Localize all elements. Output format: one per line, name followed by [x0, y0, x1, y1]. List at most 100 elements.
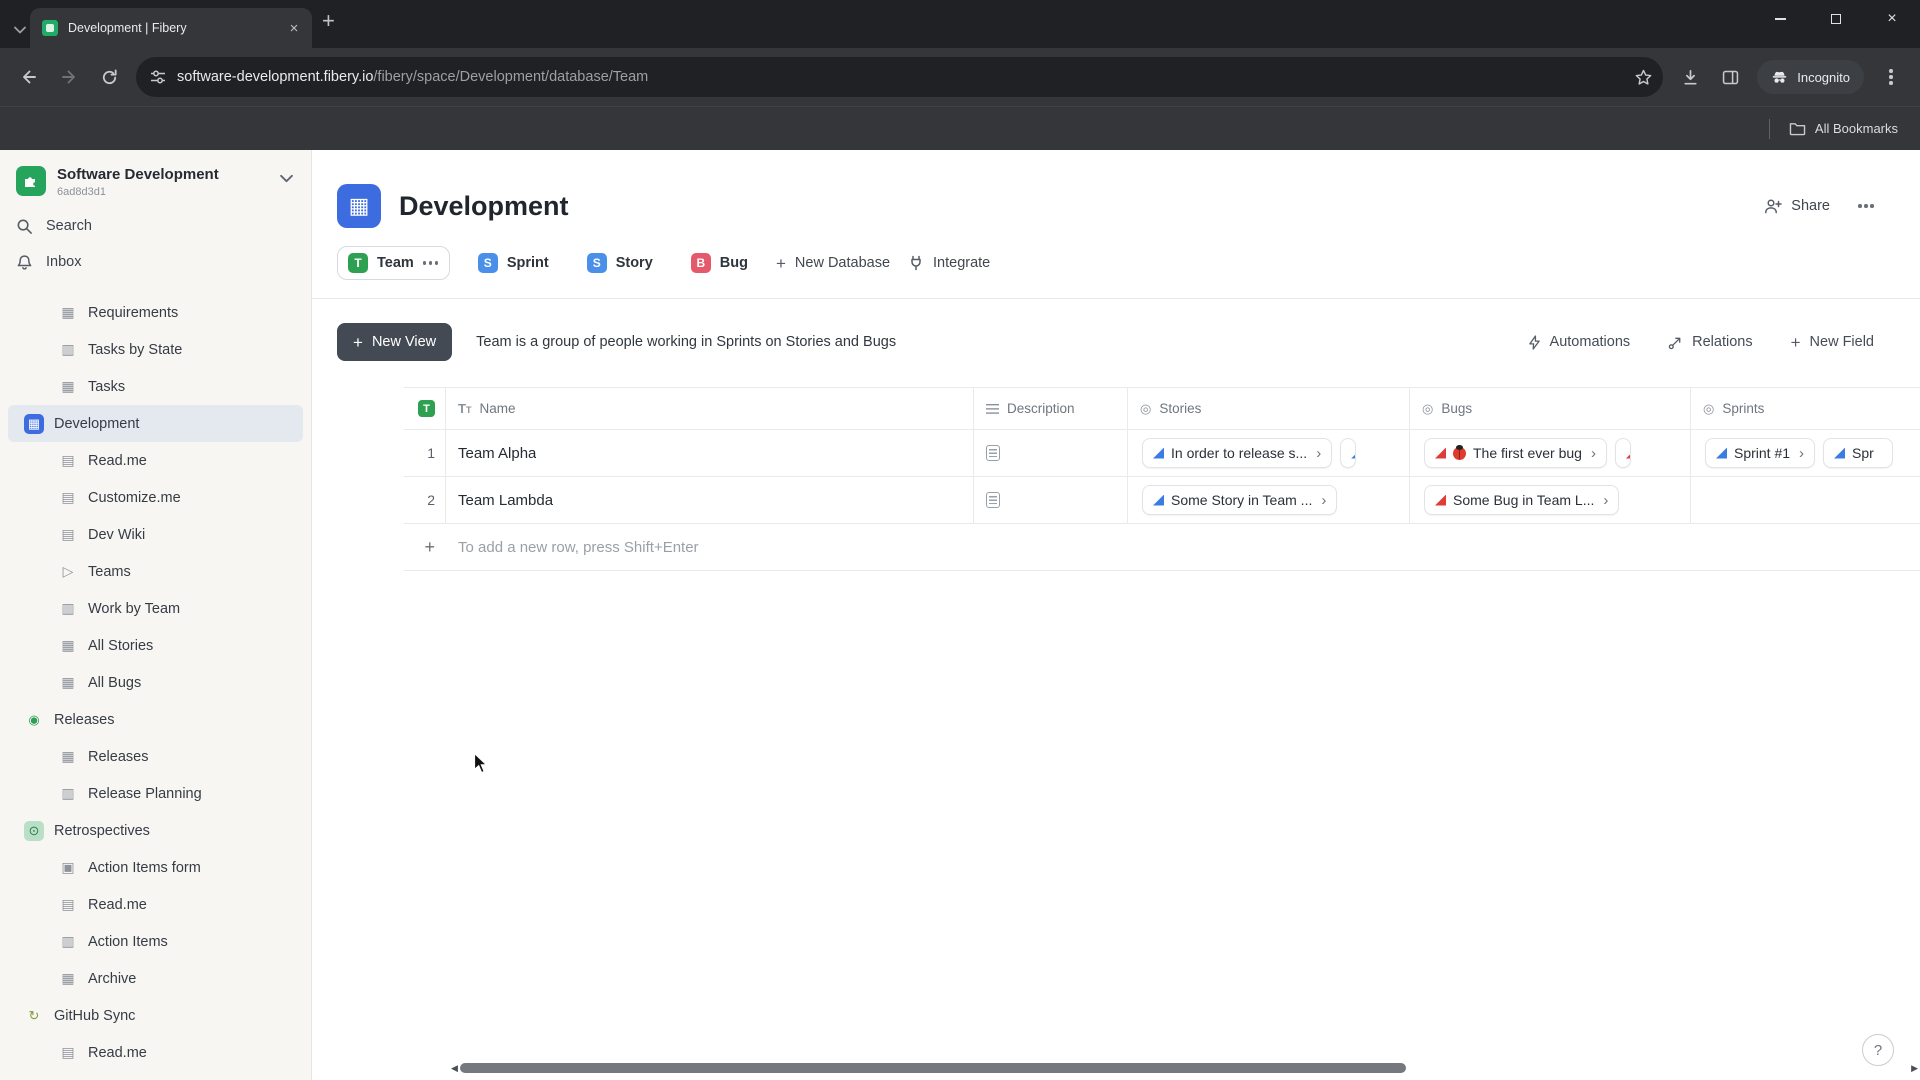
description-cell[interactable] — [973, 477, 1127, 523]
bug-chip[interactable]: Some Bug in Team L... › — [1424, 485, 1620, 515]
inbox-label: Inbox — [46, 254, 82, 270]
sidebar-item-customize-me[interactable]: ▤ Customize.me — [8, 479, 303, 516]
column-header-bugs[interactable]: ◎ Bugs — [1409, 388, 1690, 429]
forward-icon[interactable] — [50, 58, 88, 96]
database-tab-story[interactable]: S Story — [577, 246, 663, 280]
all-bookmarks-label[interactable]: All Bookmarks — [1815, 121, 1898, 136]
scrollbar-track[interactable] — [459, 1062, 1909, 1074]
bugs-cell[interactable]: Some Bug in Team L... › — [1409, 477, 1690, 523]
align-left-icon — [986, 403, 999, 414]
column-header-name[interactable]: Name — [445, 388, 973, 429]
sidebar-item-teams[interactable]: ▷ Teams — [8, 553, 303, 590]
column-header-sprints[interactable]: ◎ Sprints — [1690, 388, 1920, 429]
story-chip[interactable]: Some Story in Team ... › — [1142, 485, 1338, 515]
sidebar-item-tasks-by-state[interactable]: ▥ Tasks by State — [8, 331, 303, 368]
database-tab-bug[interactable]: B Bug — [681, 246, 758, 280]
browser-menu-icon[interactable] — [1872, 58, 1910, 96]
sidebar-item-action-items[interactable]: ▥ Action Items — [8, 923, 303, 960]
sidebar-item-dev-wiki[interactable]: ▤ Dev Wiki — [8, 516, 303, 553]
sidebar-item-read-me[interactable]: ▤ Read.me — [8, 1034, 303, 1071]
stories-cell[interactable]: Some Story in Team ... › — [1127, 477, 1409, 523]
sidebar-item-github-sync[interactable]: ↻ GitHub Sync — [8, 997, 303, 1034]
sidebar-item-label: Requirements — [88, 304, 179, 321]
maximize-button[interactable] — [1808, 0, 1864, 38]
scroll-right-icon[interactable]: ▶ — [1911, 1063, 1918, 1073]
sidebar-item-releases[interactable]: ▦ Releases — [8, 738, 303, 775]
sidebar-item-all-stories[interactable]: ▦ All Stories — [8, 627, 303, 664]
chevron-down-icon[interactable] — [280, 174, 293, 183]
column-header-stories[interactable]: ◎ Stories — [1127, 388, 1409, 429]
sidebar-item-development[interactable]: ▦ Development — [8, 405, 303, 442]
new-tab-button[interactable]: + — [322, 10, 335, 32]
sidebar-inbox[interactable]: Inbox — [0, 244, 311, 280]
sprint-chip[interactable]: Spr — [1823, 438, 1894, 468]
board-icon: ▥ — [61, 785, 75, 801]
sidebar-item-release-planning[interactable]: ▥ Release Planning — [8, 775, 303, 812]
story-chip[interactable]: In order to release s... › — [1142, 438, 1333, 468]
workspace-header[interactable]: Software Development 6ad8d3d1 — [0, 162, 311, 208]
reload-icon[interactable] — [90, 58, 128, 96]
share-button[interactable]: Share — [1764, 198, 1830, 214]
mouse-cursor — [473, 752, 491, 780]
sidebar-item-retrospectives[interactable]: ⊙ Retrospectives — [8, 812, 303, 849]
sidebar-item-label: Read.me — [88, 896, 147, 913]
new-view-button[interactable]: + New View — [337, 323, 453, 361]
url-bar[interactable]: software-development.fibery.io/fibery/sp… — [136, 57, 1664, 97]
sidebar-item-action-items-form[interactable]: ▣ Action Items form — [8, 849, 303, 886]
back-icon[interactable] — [10, 58, 48, 96]
header-more-options-icon[interactable] — [1858, 204, 1874, 208]
database-tab-team[interactable]: T Team — [337, 246, 450, 280]
new-database-button[interactable]: + New Database — [776, 255, 890, 272]
new-field-label: New Field — [1809, 334, 1874, 350]
window-close-button[interactable]: × — [1864, 0, 1920, 38]
sidebar-item-read-me[interactable]: ▤ Read.me — [8, 442, 303, 479]
chevron-right-icon: › — [1799, 444, 1805, 462]
relations-button[interactable]: Relations — [1668, 334, 1753, 351]
database-tab-sprint[interactable]: S Sprint — [468, 246, 559, 280]
minimize-button[interactable] — [1752, 0, 1808, 38]
add-row[interactable]: + To add a new row, press Shift+Enter — [404, 524, 1920, 571]
sidebar-item-read-me[interactable]: ▤ Read.me — [8, 886, 303, 923]
sprints-cell[interactable]: Sprint #1 › Spr — [1690, 430, 1920, 476]
story-icon — [1153, 494, 1164, 506]
sprints-cell[interactable] — [1690, 477, 1920, 523]
scrollbar-thumb[interactable] — [459, 1063, 1406, 1073]
sidebar-item-work-by-team[interactable]: ▥ Work by Team — [8, 590, 303, 627]
integrate-button[interactable]: Integrate — [908, 255, 990, 271]
bug-chip[interactable]: The first ever bug › — [1424, 438, 1607, 468]
sidebar-item-label: Action Items form — [88, 859, 201, 876]
sprint-chip[interactable]: Sprint #1 › — [1705, 438, 1816, 468]
bookmark-star-icon[interactable] — [1634, 68, 1653, 87]
sidebar-search[interactable]: Search — [0, 208, 311, 244]
tab-more-options-icon[interactable] — [422, 261, 439, 265]
description-doc-icon — [986, 445, 1000, 461]
description-doc-icon — [986, 492, 1000, 508]
tab-search-chevron-icon[interactable] — [14, 26, 26, 34]
site-settings-icon[interactable] — [150, 69, 166, 85]
download-icon[interactable] — [1671, 58, 1709, 96]
sidebar-item-all-bugs[interactable]: ▦ All Bugs — [8, 664, 303, 701]
workspace-id: 6ad8d3d1 — [57, 186, 106, 198]
new-field-button[interactable]: + New Field — [1791, 334, 1874, 351]
sidebar-item-tasks[interactable]: ▦ Tasks — [8, 368, 303, 405]
side-panel-icon[interactable] — [1711, 58, 1749, 96]
workspace-puzzle-icon — [16, 166, 46, 196]
sidebar-item-requirements[interactable]: ▦ Requirements — [8, 294, 303, 331]
browser-tab[interactable]: Development | Fibery × — [30, 8, 312, 48]
sidebar-item-archive[interactable]: ▦ Archive — [8, 960, 303, 997]
description-cell[interactable] — [973, 430, 1127, 476]
column-header-description[interactable]: Description — [973, 388, 1127, 429]
scroll-left-icon[interactable]: ◀ — [451, 1063, 458, 1073]
name-cell[interactable]: Team Alpha — [445, 430, 973, 476]
name-cell[interactable]: Team Lambda — [445, 477, 973, 523]
bug-chip[interactable] — [1614, 438, 1631, 468]
horizontal-scrollbar[interactable]: ◀ ▶ — [451, 1062, 1918, 1074]
bugs-cell[interactable]: The first ever bug › — [1409, 430, 1690, 476]
sidebar-item-releases[interactable]: ◉ Releases — [8, 701, 303, 738]
story-chip[interactable] — [1340, 438, 1357, 468]
tab-close-icon[interactable]: × — [284, 18, 304, 38]
relation-icon: ◎ — [1703, 400, 1715, 416]
help-button[interactable]: ? — [1862, 1034, 1894, 1066]
automations-button[interactable]: Automations — [1528, 334, 1630, 351]
stories-cell[interactable]: In order to release s... › — [1127, 430, 1409, 476]
